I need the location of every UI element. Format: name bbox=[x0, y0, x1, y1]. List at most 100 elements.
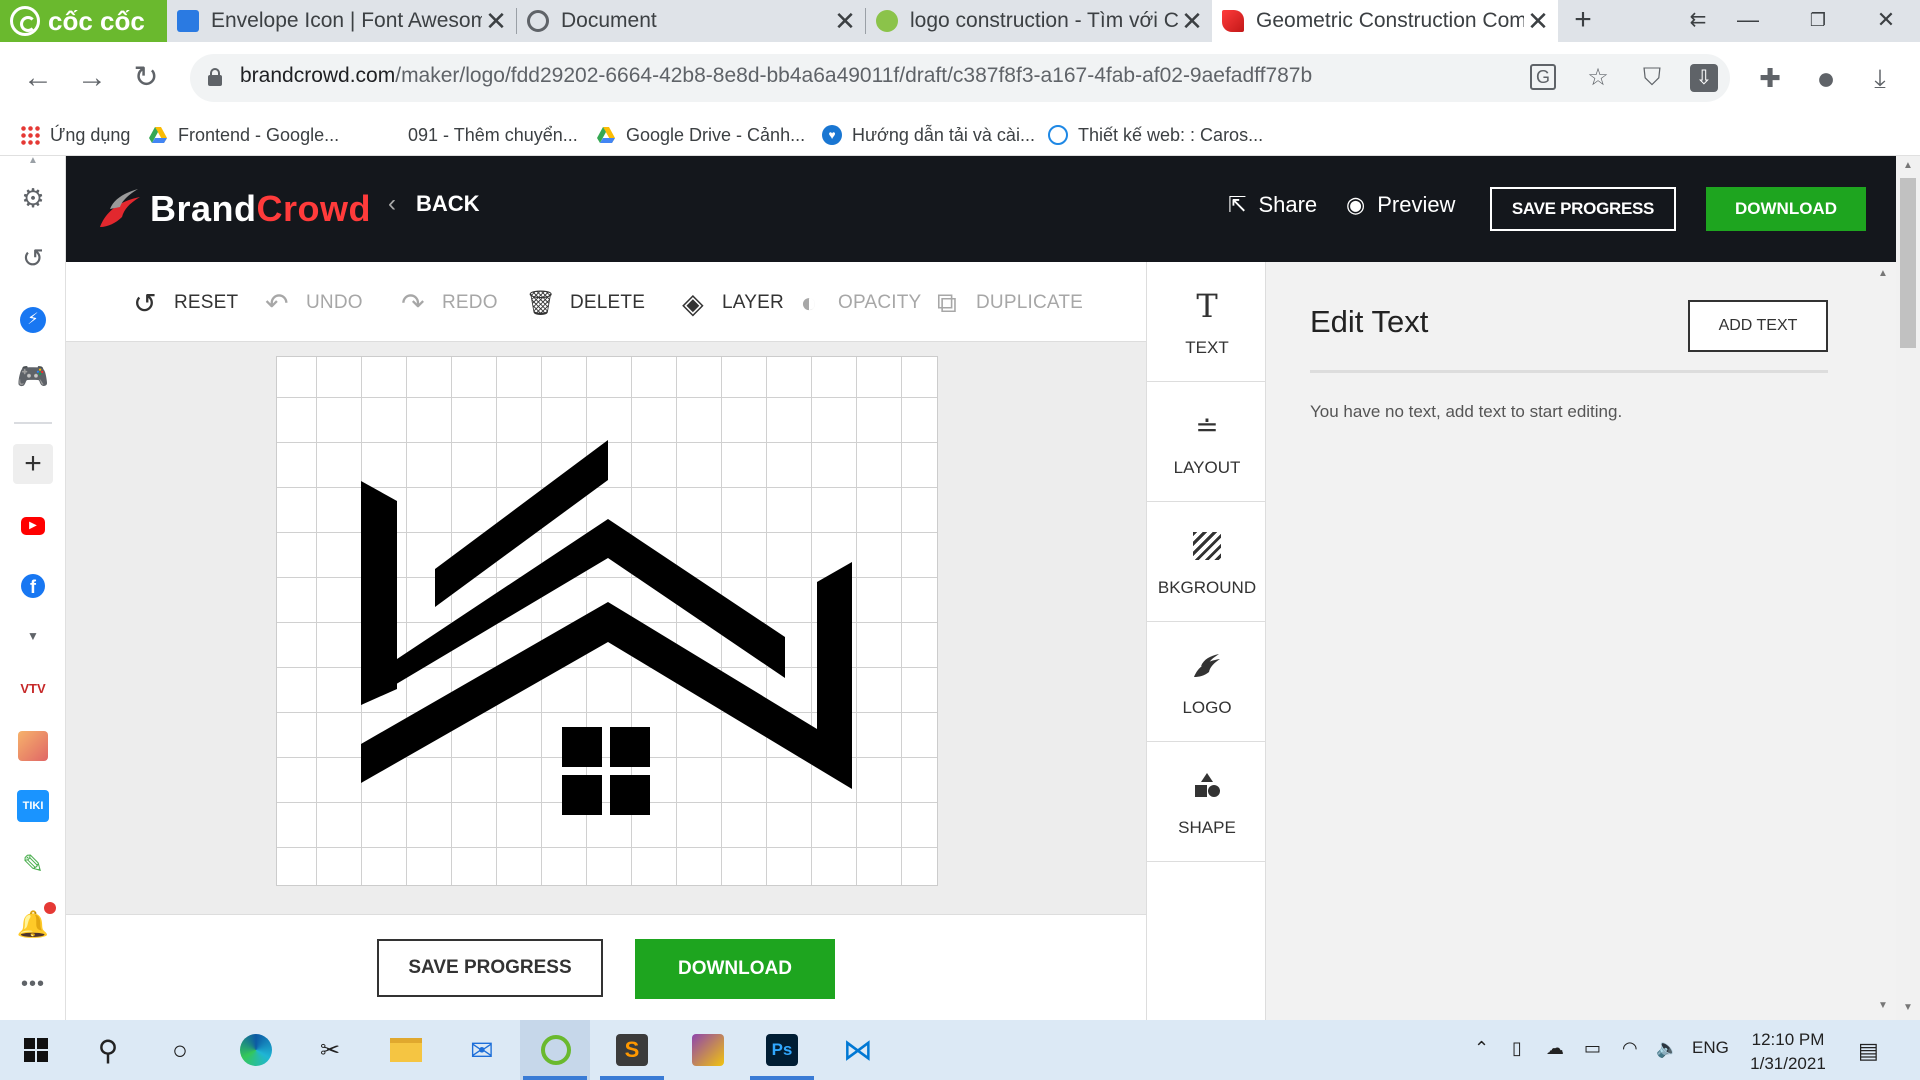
more-options-icon[interactable]: ••• bbox=[13, 964, 53, 1004]
redo-tool[interactable]: ↷ REDO bbox=[398, 286, 498, 320]
shield-icon[interactable]: ⛉ bbox=[1638, 64, 1666, 92]
bookmark-091[interactable]: 091 - Thêm chuyển... bbox=[380, 122, 578, 148]
opacity-tool[interactable]: ◐ OPACITY bbox=[794, 286, 921, 320]
coccoc-taskbar-icon[interactable] bbox=[536, 1030, 576, 1070]
show-hidden-icons[interactable]: ⌃ bbox=[1474, 1038, 1489, 1059]
mail-icon[interactable]: ✉ bbox=[462, 1030, 502, 1070]
side-tool-layout[interactable]: ≐ LAYOUT bbox=[1147, 382, 1267, 502]
profile-avatar-icon[interactable]: ● bbox=[1806, 58, 1846, 98]
delete-tool[interactable]: 🗑 DELETE bbox=[526, 286, 645, 320]
wifi-icon[interactable]: ◠ bbox=[1622, 1038, 1638, 1059]
game-taskbar-icon[interactable] bbox=[688, 1030, 728, 1070]
save-progress-button[interactable]: SAVE PROGRESS bbox=[377, 939, 603, 997]
restore-window-button[interactable]: ❐ bbox=[1790, 0, 1846, 42]
scrollbar-thumb[interactable] bbox=[1900, 178, 1916, 348]
duplicate-tool[interactable]: ⧉ DUPLICATE bbox=[932, 286, 1083, 320]
settings-gear-icon[interactable]: ⚙ bbox=[13, 178, 53, 218]
close-window-button[interactable]: ✕ bbox=[1858, 0, 1914, 42]
downloads-icon[interactable]: ⤓ bbox=[1860, 58, 1900, 98]
panel-scroll-down-icon[interactable]: ▼ bbox=[1878, 1000, 1888, 1011]
notification-badge bbox=[44, 902, 56, 914]
bookmark-huong-dan[interactable]: ♥ Hướng dẫn tải và cài... bbox=[822, 122, 1035, 148]
save-progress-header-button[interactable]: SAVE PROGRESS bbox=[1490, 187, 1676, 231]
bookmark-star-icon[interactable]: ☆ bbox=[1584, 64, 1612, 92]
volume-icon[interactable]: 🔈 bbox=[1656, 1038, 1678, 1059]
facebook-icon[interactable]: f bbox=[13, 564, 53, 604]
sublime-text-icon[interactable]: S bbox=[612, 1030, 652, 1070]
scroll-up-icon[interactable]: ▲ bbox=[1896, 160, 1920, 171]
battery-icon[interactable]: ▭ bbox=[1584, 1038, 1601, 1059]
close-tab-icon[interactable]: ✕ bbox=[482, 6, 510, 37]
minimize-window-button[interactable]: — bbox=[1720, 0, 1776, 42]
forward-arrow-icon[interactable]: → bbox=[70, 56, 114, 100]
action-center-icon[interactable]: ▤ bbox=[1858, 1038, 1879, 1064]
bookmark-thiet-ke-web[interactable]: Thiết kế web: : Caros... bbox=[1048, 122, 1263, 148]
tab-search-icon[interactable]: ⇇ bbox=[1670, 0, 1726, 42]
share-button[interactable]: ⇱ Share bbox=[1228, 192, 1317, 218]
lock-icon[interactable] bbox=[208, 68, 222, 86]
tab-geometric-construction[interactable]: Geometric Construction Company ✕ bbox=[1212, 0, 1558, 42]
onedrive-cloud-icon[interactable]: ☁ bbox=[1546, 1038, 1564, 1059]
side-tool-background[interactable]: BKGROUND bbox=[1147, 502, 1267, 622]
house-logo-graphic[interactable] bbox=[277, 357, 939, 887]
bookmark-google-drive[interactable]: Google Drive - Cảnh... bbox=[596, 122, 805, 148]
side-tool-text[interactable]: T TEXT bbox=[1147, 262, 1267, 382]
reset-tool[interactable]: ↺ RESET bbox=[130, 286, 238, 320]
coccoc-extension-icon[interactable]: ✎ bbox=[13, 844, 53, 884]
file-explorer-icon[interactable] bbox=[386, 1030, 426, 1070]
bookmark-apps[interactable]: Ứng dụng bbox=[20, 122, 130, 148]
back-link[interactable]: ‹ BACK bbox=[388, 190, 480, 218]
close-tab-icon[interactable]: ✕ bbox=[831, 6, 859, 37]
search-icon[interactable]: ⚲ bbox=[88, 1030, 128, 1070]
photoshop-icon[interactable]: Ps bbox=[762, 1030, 802, 1070]
download-header-button[interactable]: DOWNLOAD bbox=[1706, 187, 1866, 231]
tab-envelope-icon[interactable]: Envelope Icon | Font Awesome ✕ bbox=[167, 0, 516, 42]
translate-icon[interactable]: G bbox=[1530, 64, 1556, 90]
preview-button[interactable]: ◉ Preview bbox=[1346, 192, 1455, 218]
sidebar-scroll-up-icon[interactable]: ▲ bbox=[13, 154, 53, 168]
messenger-icon[interactable]: ⚡ bbox=[13, 298, 53, 338]
game-controller-icon[interactable]: 🎮 bbox=[13, 356, 53, 396]
layer-tool[interactable]: ◈ LAYER bbox=[678, 286, 784, 320]
scroll-down-icon[interactable]: ▼ bbox=[1896, 1002, 1920, 1013]
vtv-go-icon[interactable]: VTV bbox=[13, 664, 53, 704]
tiki-icon[interactable]: TIKI bbox=[13, 784, 53, 824]
side-tool-logo[interactable]: LOGO bbox=[1147, 622, 1267, 742]
close-tab-icon[interactable]: ✕ bbox=[1178, 6, 1206, 37]
brandcrowd-logo[interactable]: BrandCrowd bbox=[96, 186, 371, 232]
page-scrollbar[interactable]: ▲ ▼ bbox=[1896, 156, 1920, 1020]
new-tab-button[interactable]: + bbox=[1568, 0, 1598, 42]
youtube-icon[interactable]: ▶ bbox=[13, 504, 53, 544]
system-clock[interactable]: 12:10 PM 1/31/2021 bbox=[1728, 1028, 1848, 1076]
coccoc-menu-button[interactable]: cốc cốc bbox=[0, 0, 167, 42]
device-icon[interactable]: ▯ bbox=[1512, 1038, 1522, 1059]
reload-icon[interactable]: ↻ bbox=[124, 56, 168, 100]
brand-wordmark: BrandCrowd bbox=[150, 188, 372, 229]
side-tool-label: LOGO bbox=[1182, 698, 1232, 717]
edge-browser-icon[interactable] bbox=[236, 1030, 276, 1070]
side-tool-shape[interactable]: SHAPE bbox=[1147, 742, 1267, 862]
empty-text-message: You have no text, add text to start edit… bbox=[1310, 402, 1623, 421]
snipping-tool-icon[interactable]: ✂ bbox=[310, 1030, 350, 1070]
undo-tool[interactable]: ↶ UNDO bbox=[262, 286, 363, 320]
vscode-icon[interactable]: ⋈ bbox=[838, 1030, 878, 1070]
game-app-icon[interactable] bbox=[13, 724, 53, 764]
cortana-icon[interactable]: ○ bbox=[160, 1030, 200, 1070]
language-indicator[interactable]: ENG bbox=[1692, 1038, 1729, 1058]
download-button[interactable]: DOWNLOAD bbox=[635, 939, 835, 999]
tab-document[interactable]: Document ✕ bbox=[517, 0, 865, 42]
back-arrow-icon[interactable]: ← bbox=[16, 56, 60, 100]
history-icon[interactable]: ↺ bbox=[13, 238, 53, 278]
add-panel-icon[interactable]: + bbox=[13, 444, 53, 484]
logo-canvas[interactable] bbox=[276, 356, 938, 886]
bookmark-frontend[interactable]: Frontend - Google... bbox=[148, 122, 339, 148]
add-text-button[interactable]: ADD TEXT bbox=[1688, 300, 1828, 352]
url-input[interactable]: brandcrowd.com/maker/logo/fdd29202-6664-… bbox=[190, 54, 1730, 102]
download-extension-icon[interactable]: ⇩ bbox=[1690, 64, 1718, 92]
extensions-puzzle-icon[interactable]: ✚ bbox=[1750, 58, 1790, 98]
close-tab-icon[interactable]: ✕ bbox=[1524, 6, 1552, 37]
panel-scroll-up-icon[interactable]: ▲ bbox=[1878, 268, 1888, 279]
windows-start-icon[interactable] bbox=[16, 1030, 56, 1070]
sidebar-expand-icon[interactable]: ▼ bbox=[13, 616, 53, 656]
tab-logo-construction[interactable]: logo construction - Tìm với Cốc Cốc ✕ bbox=[866, 0, 1212, 42]
